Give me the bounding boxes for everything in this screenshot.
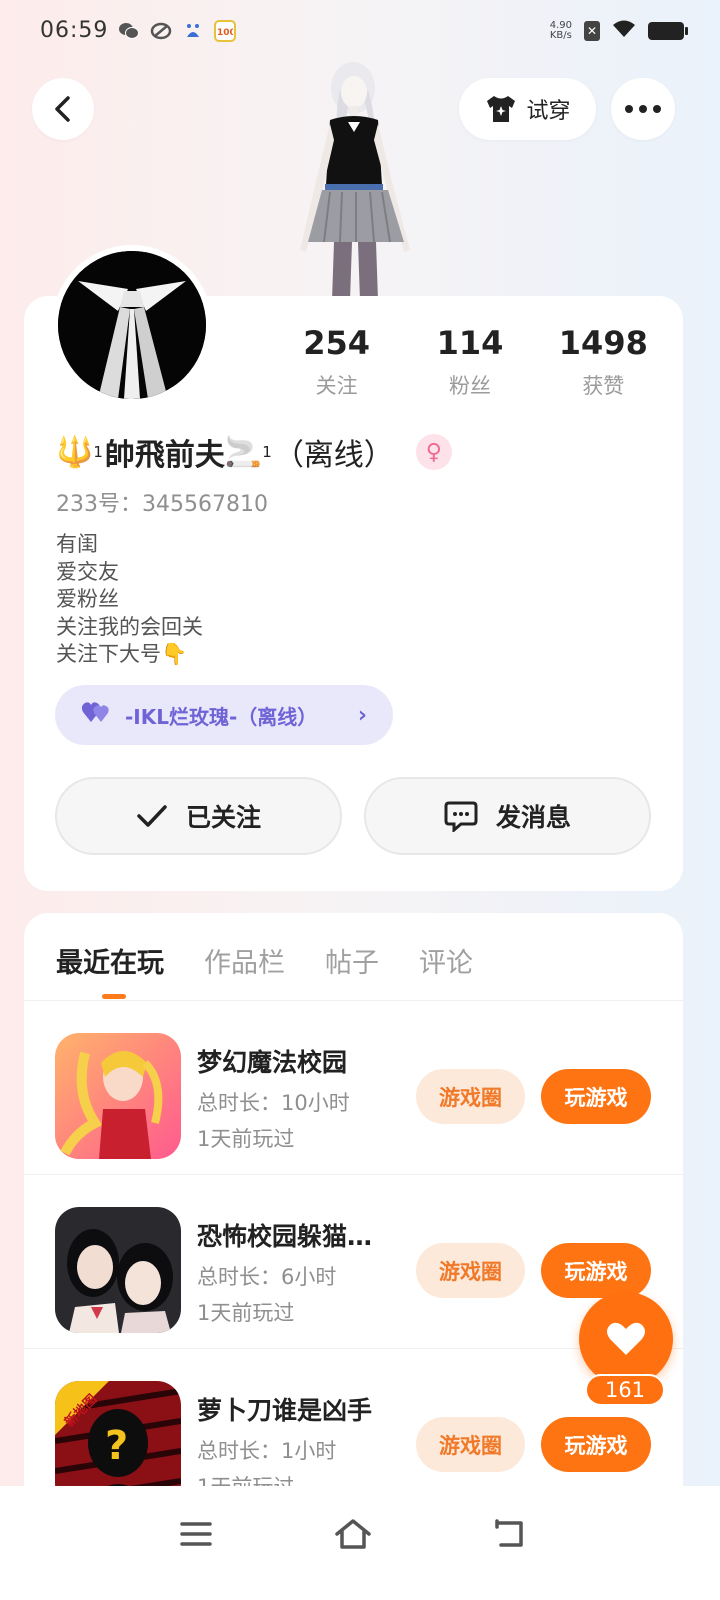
message-button[interactable]: 发消息 bbox=[364, 777, 651, 855]
follow-button[interactable]: 已关注 bbox=[55, 777, 342, 855]
cp-tag-label: -IKL烂玫瑰-（离线） bbox=[125, 704, 318, 729]
cp-relationship-tag[interactable]: -IKL烂玫瑰-（离线） › bbox=[55, 685, 393, 745]
game-duration: 总时长：10小时 bbox=[197, 1091, 350, 1115]
wechat-icon bbox=[118, 20, 140, 42]
profile-bio: 有闺 爱交友 爱粉丝 关注我的会回关 关注下大号👇 bbox=[56, 532, 203, 666]
game-duration: 总时长：1小时 bbox=[197, 1439, 337, 1463]
double-heart-icon bbox=[81, 700, 111, 731]
cigarette-emoji: 🚬 bbox=[224, 434, 263, 470]
game-circle-button[interactable]: 游戏圈 bbox=[416, 1417, 525, 1472]
stat-following[interactable]: 254 关注 bbox=[270, 324, 403, 400]
back-nav-button[interactable] bbox=[480, 1510, 540, 1558]
network-speed: 4.90 KB/s bbox=[549, 20, 572, 41]
more-dots-icon bbox=[625, 105, 661, 113]
chevron-left-icon bbox=[55, 96, 70, 122]
baidu-icon bbox=[182, 20, 204, 42]
tab-recently-played[interactable]: 最近在玩 bbox=[56, 941, 164, 980]
tshirt-icon bbox=[487, 96, 516, 122]
game-duration: 总时长：6小时 bbox=[197, 1265, 337, 1289]
menu-nav-button[interactable] bbox=[166, 1510, 226, 1558]
back-button[interactable] bbox=[32, 78, 94, 140]
games-card: 最近在玩 作品栏 帖子 评论 梦幻魔法校园 总时长：10小时 1天前玩过 游戏圈… bbox=[24, 913, 683, 1513]
stat-likes[interactable]: 1498 获赞 bbox=[537, 324, 670, 400]
like-count: 161 bbox=[585, 1374, 665, 1406]
game-last-played: 1天前玩过 bbox=[197, 1127, 295, 1151]
status-time: 06:59 bbox=[40, 18, 109, 43]
chevron-right-icon: › bbox=[357, 702, 367, 728]
game-100-icon: 100 bbox=[214, 20, 236, 42]
profile-name: 帥飛前夫 bbox=[104, 438, 225, 473]
user-id[interactable]: 233号：345567810 bbox=[56, 486, 268, 518]
profile-tabs: 最近在玩 作品栏 帖子 评论 bbox=[56, 941, 473, 980]
svg-text:?: ? bbox=[105, 1423, 128, 1469]
svg-text:100: 100 bbox=[217, 28, 233, 37]
game-circle-button[interactable]: 游戏圈 bbox=[416, 1069, 525, 1124]
wifi-icon bbox=[612, 20, 636, 42]
female-icon: ♀ bbox=[415, 434, 452, 470]
game-title: 恐怖校园躲猫… bbox=[197, 1222, 373, 1251]
game-last-played: 1天前玩过 bbox=[197, 1301, 295, 1325]
heart-icon bbox=[607, 1322, 645, 1355]
more-options-button[interactable] bbox=[611, 78, 675, 140]
status-bar: 06:59 100 4.90 KB/s ✕ bbox=[0, 0, 720, 64]
check-icon bbox=[137, 805, 167, 827]
try-on-label: 试穿 bbox=[526, 99, 571, 124]
trident-emoji: 🔱 bbox=[56, 434, 94, 470]
app-icon bbox=[150, 20, 172, 42]
game-title: 萝卜刀谁是凶手 bbox=[197, 1396, 373, 1425]
game-circle-button[interactable]: 游戏圈 bbox=[416, 1243, 525, 1298]
game-row[interactable]: 梦幻魔法校园 总时长：10小时 1天前玩过 游戏圈 玩游戏 bbox=[24, 1001, 683, 1175]
game-title: 梦幻魔法校园 bbox=[197, 1048, 348, 1077]
play-game-button[interactable]: 玩游戏 bbox=[541, 1417, 651, 1472]
profile-name-row: 🔱 1 帥飛前夫 🚬 1 （离线） ♀ bbox=[56, 430, 452, 474]
home-icon bbox=[335, 1519, 371, 1549]
play-game-button[interactable]: 玩游戏 bbox=[541, 1069, 651, 1124]
stat-followers[interactable]: 114 粉丝 bbox=[403, 324, 536, 400]
tab-works[interactable]: 作品栏 bbox=[204, 941, 285, 980]
tab-comments[interactable]: 评论 bbox=[419, 941, 473, 980]
game-icon[interactable] bbox=[55, 1207, 181, 1333]
message-label: 发消息 bbox=[495, 803, 571, 832]
tab-posts[interactable]: 帖子 bbox=[325, 941, 379, 980]
game-icon[interactable] bbox=[55, 1033, 181, 1159]
like-button[interactable] bbox=[579, 1292, 673, 1386]
tab-indicator bbox=[102, 994, 126, 999]
home-nav-button[interactable] bbox=[323, 1510, 383, 1558]
try-on-button[interactable]: 试穿 bbox=[459, 78, 596, 140]
system-status: 4.90 KB/s ✕ bbox=[549, 20, 688, 42]
menu-icon bbox=[180, 1522, 212, 1546]
notification-icons: 100 bbox=[118, 20, 236, 42]
follow-label: 已关注 bbox=[185, 803, 261, 832]
play-game-button[interactable]: 玩游戏 bbox=[541, 1243, 651, 1298]
avatar-character-figure bbox=[270, 60, 440, 300]
profile-stats: 254 关注 114 粉丝 1498 获赞 bbox=[270, 324, 670, 400]
avatar[interactable] bbox=[52, 245, 212, 405]
back-nav-icon bbox=[495, 1519, 523, 1547]
online-status: （离线） bbox=[273, 438, 394, 473]
sim-off-icon: ✕ bbox=[584, 21, 600, 41]
battery-icon bbox=[648, 22, 688, 40]
system-nav-bar bbox=[0, 1486, 720, 1600]
message-icon bbox=[444, 801, 478, 832]
